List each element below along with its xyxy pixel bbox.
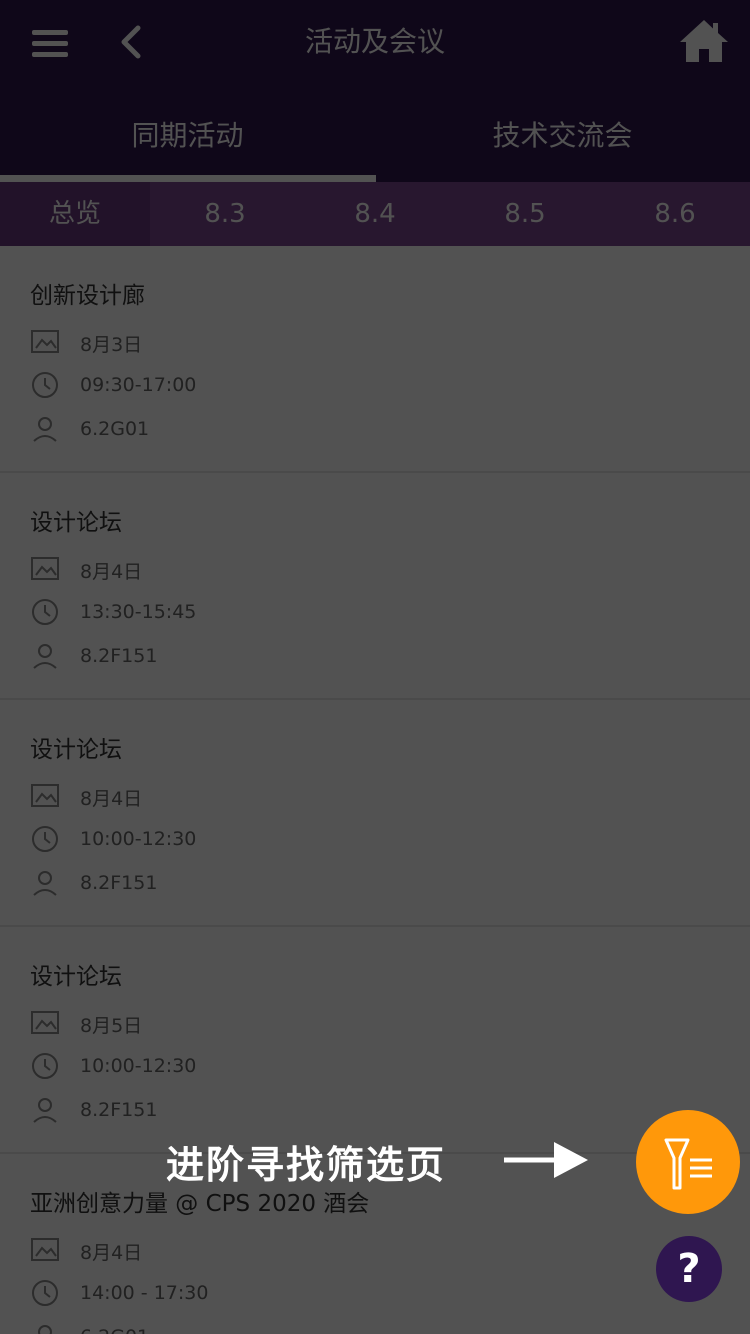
event-time: 10:00-12:30 xyxy=(80,1055,197,1077)
app-screen: 活动及会议 同期活动 技术交流会 总览 8.3 8.4 8.5 8.6 创新设计… xyxy=(0,0,750,1334)
date-tab-8-4[interactable]: 8.4 xyxy=(300,182,450,246)
arrow-right-icon xyxy=(504,1142,588,1178)
event-card[interactable]: 设计论坛 8月4日 13:30-15:45 8.2F151 xyxy=(0,473,750,700)
event-location: 6.2G01 xyxy=(80,1326,149,1334)
page-title: 活动及会议 xyxy=(304,25,445,58)
active-tab-indicator xyxy=(0,175,376,182)
calendar-icon xyxy=(31,330,59,353)
coach-mark-text: 进阶寻找筛选页 xyxy=(166,1143,447,1187)
date-tab-8-6[interactable]: 8.6 xyxy=(600,182,750,246)
tab-concurrent-events[interactable]: 同期活动 xyxy=(0,96,376,182)
chevron-left-icon[interactable] xyxy=(112,18,152,68)
clock-icon xyxy=(32,372,58,398)
location-pin-icon xyxy=(33,417,57,442)
date-tab-8-5[interactable]: 8.5 xyxy=(450,182,600,246)
date-tab-overview[interactable]: 总览 xyxy=(0,182,150,246)
date-tab-bar: 总览 8.3 8.4 8.5 8.6 xyxy=(0,182,750,246)
event-date: 8月3日 xyxy=(80,334,143,356)
event-location: 6.2G01 xyxy=(80,418,150,440)
calendar-icon xyxy=(31,1238,59,1261)
event-time: 09:30-17:00 xyxy=(80,374,197,396)
event-time: 14:00 - 17:30 xyxy=(80,1282,209,1304)
event-date: 8月4日 xyxy=(80,561,143,583)
event-time: 13:30-15:45 xyxy=(80,601,197,623)
tab-tech-exchange[interactable]: 技术交流会 xyxy=(375,96,750,182)
filter-button[interactable] xyxy=(636,1110,740,1214)
hamburger-menu-icon[interactable] xyxy=(22,18,78,68)
filter-funnel-icon xyxy=(664,1138,712,1190)
event-location: 8.2F151 xyxy=(80,1099,158,1121)
event-location: 8.2F151 xyxy=(80,872,158,894)
location-pin-icon xyxy=(33,1098,57,1123)
event-title: 亚洲创意力量 @ CPS 2020 酒会 xyxy=(30,1191,370,1217)
event-card[interactable]: 创新设计廊 8月3日 09:30-17:00 6.2G01 xyxy=(0,246,750,473)
clock-icon xyxy=(32,1053,58,1079)
location-pin-icon xyxy=(38,1325,52,1334)
event-title: 设计论坛 xyxy=(30,964,122,990)
event-title: 设计论坛 xyxy=(30,737,122,763)
location-pin-icon xyxy=(33,644,57,669)
tab-label: 同期活动 xyxy=(131,119,244,152)
calendar-icon xyxy=(31,557,59,580)
event-title: 设计论坛 xyxy=(30,510,122,536)
event-date: 8月5日 xyxy=(80,1015,143,1037)
clock-icon xyxy=(32,1280,58,1306)
tab-label: 技术交流会 xyxy=(492,119,633,152)
location-pin-icon xyxy=(33,871,57,896)
main-tab-bar: 同期活动 技术交流会 xyxy=(0,96,750,182)
help-button[interactable]: ? xyxy=(656,1236,722,1302)
event-title: 创新设计廊 xyxy=(30,283,145,309)
date-tab-8-3[interactable]: 8.3 xyxy=(150,182,300,246)
event-location: 8.2F151 xyxy=(80,645,158,667)
clock-icon xyxy=(32,599,58,625)
event-date: 8月4日 xyxy=(80,788,143,810)
top-bar: 活动及会议 xyxy=(0,0,750,96)
event-date: 8月4日 xyxy=(80,1242,143,1264)
calendar-icon xyxy=(31,784,59,807)
event-time: 10:00-12:30 xyxy=(80,828,197,850)
calendar-icon xyxy=(31,1011,59,1034)
clock-icon xyxy=(32,826,58,852)
home-icon[interactable] xyxy=(676,14,732,70)
event-card[interactable]: 设计论坛 8月4日 10:00-12:30 8.2F151 xyxy=(0,700,750,927)
